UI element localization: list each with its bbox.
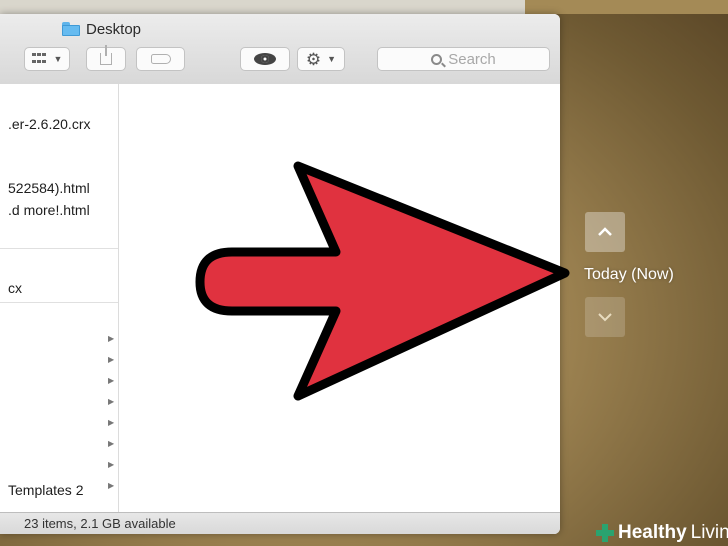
grid-view-icon (31, 53, 48, 65)
disclosure-triangle-icon[interactable]: ▶ (108, 481, 114, 490)
tag-button[interactable] (136, 47, 185, 71)
share-button[interactable] (86, 45, 126, 71)
chevron-down-icon (598, 313, 612, 322)
search-icon (431, 53, 443, 65)
divider (0, 302, 118, 303)
preview-column (119, 84, 560, 512)
list-item[interactable]: Templates 2 (8, 482, 83, 498)
list-item[interactable]: 522584).html (8, 180, 90, 196)
disclosure-triangle-icon[interactable]: ▶ (108, 397, 114, 406)
time-machine-up-button[interactable] (585, 212, 625, 252)
time-machine-down-button[interactable] (585, 297, 625, 337)
watermark: Healthy Living (596, 520, 728, 546)
file-column: .er-2.6.20.crx 522584).html .d more!.htm… (0, 84, 119, 512)
watermark-text-2: Living (690, 522, 728, 543)
divider (0, 248, 118, 249)
disclosure-triangle-icon[interactable]: ▶ (108, 460, 114, 469)
view-options-button[interactable]: ▼ (24, 47, 70, 71)
disclosure-triangle-icon[interactable]: ▶ (108, 355, 114, 364)
finder-toolbar: Desktop ▼ ⚙ ▼ Search (0, 14, 560, 85)
share-icon (100, 45, 112, 65)
time-machine-label: Today (Now) (584, 266, 674, 283)
gear-icon: ⚙ (305, 49, 322, 69)
disclosure-triangle-icon[interactable]: ▶ (108, 334, 114, 343)
search-placeholder: Search (448, 50, 496, 68)
window-title-text: Desktop (86, 20, 142, 38)
chevron-down-icon: ▼ (53, 54, 63, 64)
window-title: Desktop (62, 19, 141, 39)
tag-icon (150, 54, 171, 64)
folder-icon (62, 22, 80, 36)
finder-window: Desktop ▼ ⚙ ▼ Search .er-2.6.20.crx 5225… (0, 14, 560, 534)
search-field[interactable]: Search (377, 47, 550, 71)
disclosure-triangle-icon[interactable]: ▶ (108, 376, 114, 385)
action-button[interactable]: ⚙ ▼ (297, 47, 345, 71)
eye-icon (254, 53, 276, 65)
cross-logo-icon (596, 524, 614, 542)
list-item[interactable]: .d more!.html (8, 202, 90, 218)
status-text: 23 items, 2.1 GB available (24, 516, 176, 531)
list-item[interactable]: .er-2.6.20.crx (8, 116, 90, 132)
status-bar: 23 items, 2.1 GB available (0, 512, 560, 534)
disclosure-triangle-icon[interactable]: ▶ (108, 418, 114, 427)
quick-look-button[interactable] (240, 47, 290, 71)
disclosure-triangle-icon[interactable]: ▶ (108, 439, 114, 448)
watermark-text-1: Healthy (618, 522, 687, 543)
desktop-strip (525, 0, 728, 14)
list-item[interactable]: cx (8, 280, 22, 296)
chevron-up-icon (598, 227, 612, 236)
chevron-down-icon: ▼ (327, 54, 337, 64)
